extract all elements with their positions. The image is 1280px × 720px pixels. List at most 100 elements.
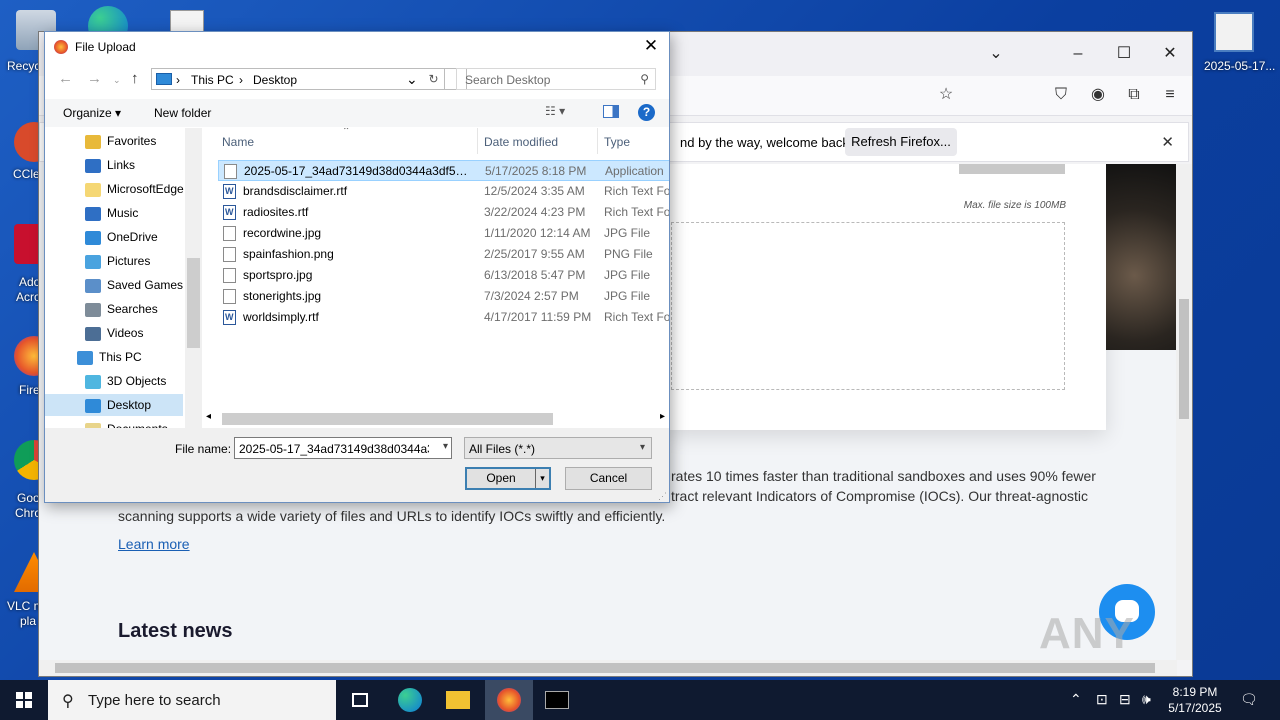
start-button[interactable] — [0, 680, 48, 720]
search-box[interactable]: Search Desktop ⚲ — [456, 68, 656, 90]
new-folder-button[interactable]: New folder — [154, 106, 211, 120]
taskbar-explorer-button[interactable] — [434, 680, 482, 720]
up-arrow-icon[interactable]: ↑ — [131, 70, 139, 87]
page-vertical-scrollbar[interactable] — [1176, 164, 1192, 660]
network-icon[interactable]: ⊟ — [1119, 691, 1131, 708]
file-drop-zone[interactable] — [671, 222, 1065, 390]
back-arrow-icon[interactable]: ← — [58, 70, 73, 87]
list-tabs-chevron-icon[interactable]: ⌄ — [984, 42, 1008, 66]
pocket-icon[interactable]: ⛉ — [1050, 84, 1072, 106]
file-row[interactable]: brandsdisclaimer.rtf 12/5/2024 3:35 AM Ric… — [218, 181, 669, 202]
help-icon[interactable]: ? — [638, 104, 655, 121]
file-type-filter[interactable]: All Files (*.*) ▾ — [464, 437, 652, 459]
file-name-input[interactable]: 2025-05-17_34ad73149d38d0344a3df5 ▾ — [234, 437, 452, 459]
open-button[interactable]: Open ▾ — [465, 467, 551, 490]
network-device-icon[interactable]: ⊡ — [1096, 691, 1108, 708]
file-row[interactable]: radiosites.rtf 3/22/2024 4:23 PM Rich Text… — [218, 202, 669, 223]
column-header-date[interactable]: Date modified — [478, 128, 598, 154]
nav-item-music[interactable]: Music — [45, 202, 183, 224]
close-notification-icon[interactable]: ✕ — [1161, 133, 1174, 151]
learn-more-link[interactable]: Learn more — [118, 536, 190, 552]
breadcrumb-desktop[interactable]: Desktop — [253, 73, 297, 87]
page-hscroll-thumb[interactable] — [55, 663, 1155, 673]
extensions-icon[interactable]: ⧉ — [1123, 84, 1145, 106]
scroll-left-icon[interactable]: ◂ — [206, 411, 211, 422]
nav-item-3d-objects[interactable]: 3D Objects — [45, 370, 183, 392]
file-name-value: 2025-05-17_34ad73149d38d0344a3df5 — [239, 442, 429, 456]
page-horizontal-scrollbar[interactable] — [39, 660, 1177, 676]
image-file-icon — [223, 268, 236, 283]
favorites-icon — [85, 134, 101, 149]
nav-item-this-pc[interactable]: This PC — [45, 346, 183, 368]
file-list-horizontal-scrollbar[interactable]: ◂ ▸ — [202, 410, 669, 427]
file-type: JPG File — [604, 268, 651, 282]
notifications-icon[interactable]: 🗨 — [1240, 691, 1258, 708]
file-hscroll-thumb[interactable] — [222, 413, 553, 425]
nav-item-label: OneDrive — [107, 230, 158, 244]
search-icon: ⚲ — [62, 693, 74, 710]
taskbar-search-box[interactable]: ⚲ Type here to search — [48, 680, 336, 720]
nav-item-pictures[interactable]: Pictures — [45, 250, 183, 272]
nav-item-saved-games[interactable]: Saved Games — [45, 274, 183, 296]
nav-item-links[interactable]: Links — [45, 154, 183, 176]
forward-arrow-icon[interactable]: → — [87, 70, 102, 87]
scroll-right-icon[interactable]: ▸ — [660, 411, 665, 422]
page-vscroll-thumb[interactable] — [1179, 299, 1189, 419]
minimize-button[interactable]: – — [1066, 42, 1090, 66]
account-icon[interactable]: ◉ — [1087, 84, 1109, 106]
task-view-icon — [352, 693, 368, 707]
file-row[interactable]: spainfashion.png 2/25/2017 9:55 AM PNG Fil… — [218, 244, 669, 265]
file-name: recordwine.jpg — [243, 226, 322, 240]
image-file-icon — [223, 226, 236, 241]
nav-item-microsoftedge[interactable]: MicrosoftEdge — [45, 178, 184, 200]
organize-button[interactable]: Organize ▾ — [63, 106, 121, 120]
resize-grip-icon[interactable]: ⋰ — [658, 491, 667, 502]
close-window-button[interactable]: ✕ — [1158, 42, 1182, 66]
nav-item-searches[interactable]: Searches — [45, 298, 183, 320]
column-header-type[interactable]: Type — [598, 128, 669, 154]
taskbar-clock[interactable]: 8:19 PM 5/17/2025 — [1160, 684, 1230, 716]
nav-item-label: MicrosoftEdge — [107, 182, 184, 196]
maximize-button[interactable]: ☐ — [1112, 42, 1136, 66]
image-file-icon — [223, 247, 236, 262]
cancel-button[interactable]: Cancel — [565, 467, 652, 490]
nav-item-documents[interactable]: Documents — [45, 418, 183, 428]
nav-pane-scrollbar[interactable] — [185, 128, 202, 428]
file-name: spainfashion.png — [243, 247, 334, 261]
refresh-firefox-button[interactable]: Refresh Firefox... — [845, 128, 957, 156]
preview-pane-icon[interactable] — [603, 105, 619, 118]
nav-scroll-thumb[interactable] — [187, 258, 200, 348]
show-hidden-icons-chevron-icon[interactable]: ⌃ — [1070, 691, 1082, 708]
nav-item-videos[interactable]: Videos — [45, 322, 183, 344]
file-name-dropdown-icon[interactable]: ▾ — [443, 441, 448, 452]
file-row[interactable]: 2025-05-17_34ad73149d38d0344a3df588d... 5… — [218, 160, 669, 181]
menu-hamburger-icon[interactable]: ≡ — [1159, 84, 1181, 106]
taskbar-terminal-button[interactable] — [533, 680, 581, 720]
recent-locations-chevron-icon[interactable]: ⌄ — [113, 75, 121, 86]
file-row[interactable]: recordwine.jpg 1/11/2020 12:14 AM JPG File — [218, 223, 669, 244]
firefox-icon — [497, 688, 521, 712]
nav-item-onedrive[interactable]: OneDrive — [45, 226, 183, 248]
address-dropdown-icon[interactable]: ⌄ — [406, 71, 418, 88]
filter-dropdown-icon[interactable]: ▾ — [640, 442, 645, 453]
nav-item-desktop[interactable]: Desktop — [45, 394, 183, 416]
nav-item-favorites[interactable]: Favorites — [45, 130, 183, 152]
file-row[interactable]: sportspro.jpg 6/13/2018 5:47 PM JPG File — [218, 265, 669, 286]
taskbar-firefox-button[interactable] — [485, 680, 533, 720]
bookmark-star-icon[interactable]: ☆ — [935, 84, 957, 106]
taskbar-search-input[interactable]: Type here to search — [88, 692, 221, 709]
address-bar[interactable]: › This PC › Desktop ⌄ — [151, 68, 467, 90]
executable-file-icon[interactable] — [1214, 12, 1254, 52]
refresh-icon[interactable]: ↻ — [423, 68, 445, 90]
open-split-chevron-icon[interactable]: ▾ — [535, 469, 549, 488]
file-row[interactable]: worldsimply.rtf 4/17/2017 11:59 PM Rich Te… — [218, 307, 669, 328]
desktop-label-player: pla — [20, 614, 37, 628]
search-input[interactable]: Search Desktop — [465, 73, 550, 87]
task-view-button[interactable] — [336, 680, 384, 720]
dialog-close-icon[interactable]: ✕ — [641, 36, 661, 56]
taskbar-edge-button[interactable] — [386, 680, 434, 720]
volume-icon[interactable]: 🕪 — [1142, 691, 1151, 708]
breadcrumb-this-pc[interactable]: This PC — [191, 73, 234, 87]
file-row[interactable]: stonerights.jpg 7/3/2024 2:57 PM JPG File — [218, 286, 669, 307]
change-view-icon[interactable]: ☷ ▾ — [545, 104, 565, 118]
